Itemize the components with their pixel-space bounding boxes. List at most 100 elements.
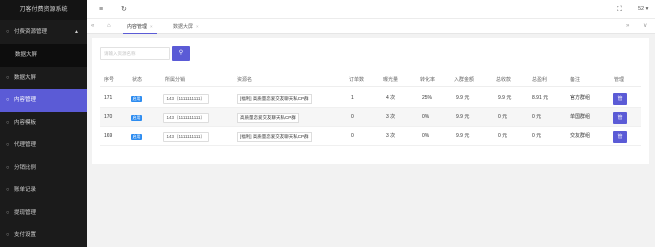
sidebar-item-payment-settings[interactable]: ○ 支付设置	[0, 224, 87, 247]
cell-note: 单国群组	[570, 114, 591, 120]
divider	[100, 86, 641, 87]
tabs-menu-icon[interactable]: ∨	[643, 19, 647, 34]
column-header: 管理	[614, 77, 625, 83]
top-bar: ≡ ↻ ⛶ 52 ▾	[87, 0, 655, 19]
column-header: 所属分销	[165, 77, 186, 83]
cell-orders: 0	[351, 133, 354, 139]
cell-note: 官方群组	[570, 95, 591, 101]
status-badge: 启用	[131, 95, 142, 102]
cell-price: 9.9 元	[456, 95, 470, 101]
table-row: 171 启用 143（1111111111） [福利] 高质量恋爱交友聊天私CP…	[100, 89, 641, 108]
column-header: 总盈利	[532, 77, 548, 83]
cell-income: 0 元	[498, 114, 508, 120]
menu-circle-icon: ○	[6, 119, 10, 126]
cell-price: 9.9 元	[456, 114, 470, 120]
sidebar-item-label: 数据大屏	[15, 52, 38, 58]
menu-toggle-icon[interactable]: ≡	[99, 0, 103, 19]
menu-circle-icon: ○	[6, 232, 10, 238]
cell-id: 171	[104, 95, 113, 101]
sidebar-item-label: 付费资源管理	[14, 29, 48, 35]
menu-circle-icon: ○	[6, 29, 10, 35]
cell-income: 9.9 元	[498, 95, 512, 101]
column-header: 总收款	[496, 77, 512, 83]
column-header: 曝光量	[383, 77, 399, 83]
manage-button[interactable]: 管	[613, 92, 627, 105]
sidebar-item-label: 内容管理	[14, 97, 37, 103]
sidebar-item-label: 账单记录	[14, 187, 37, 193]
cell-orders: 1	[351, 95, 354, 101]
column-header: 订单数	[349, 77, 365, 83]
close-icon[interactable]: ×	[196, 24, 199, 29]
home-icon[interactable]: ⌂	[107, 19, 111, 34]
sidebar-item-distribution-ratio[interactable]: ○ 分销比例	[0, 157, 87, 180]
sidebar-item-label: 数据大屏	[14, 74, 37, 81]
tabs-prev-icon[interactable]: «	[91, 19, 94, 34]
sidebar-item-data-screen[interactable]: ○ 数据大屏	[0, 67, 87, 90]
sidebar-item-paid-resources[interactable]: ○ 付费资源管理 ▲	[0, 20, 87, 44]
column-header: 转化率	[420, 77, 436, 83]
sidebar-item-content-template[interactable]: ○ 内容模板	[0, 112, 87, 135]
cell-profit: 8.91 元	[532, 95, 549, 101]
cell-views: 3 次	[386, 133, 396, 139]
menu-circle-icon: ○	[6, 164, 10, 171]
category-tag: 143（1111111111）	[163, 93, 209, 104]
cell-profit: 0 元	[532, 133, 542, 139]
tab-data-screen[interactable]: 数据大屏 ×	[169, 19, 203, 34]
content-panel: 请输入资源名称 ⚲ 序号 状态 所属分销 资源名 订单数 曝光量 转化率 入群金…	[92, 38, 649, 164]
cell-rate: 0%	[422, 133, 430, 139]
category-tag: 143（1111111111）	[163, 131, 209, 142]
sidebar-item-label: 支付设置	[14, 232, 37, 238]
menu-circle-icon: ○	[6, 187, 10, 193]
cell-orders: 0	[351, 114, 354, 120]
sidebar: 刀客付费资源系统 ○ 付费资源管理 ▲ 数据大屏 ○ 数据大屏 ○ 内容管理 ○ 内容模…	[0, 0, 87, 247]
menu-circle-icon: ○	[6, 97, 10, 103]
column-header: 入群金额	[454, 77, 475, 83]
user-menu[interactable]: 52 ▾	[638, 0, 648, 19]
sidebar-item-label: 提现管理	[14, 209, 37, 216]
search-input[interactable]: 请输入资源名称	[100, 47, 170, 60]
sidebar-subitem-data-screen[interactable]: 数据大屏	[0, 44, 87, 67]
table-row: 169 启用 143（1111111111） [福利] 高质量恋爱交友聊天私CP…	[100, 127, 641, 146]
cell-note: 交友群组	[570, 133, 591, 139]
cell-id: 170	[104, 114, 113, 120]
cell-id: 169	[104, 133, 113, 139]
menu-circle-icon: ○	[6, 209, 10, 216]
cell-views: 4 次	[386, 95, 396, 101]
sidebar-item-withdrawal-management[interactable]: ○ 提现管理	[0, 202, 87, 225]
sidebar-item-label: 代理管理	[14, 142, 37, 148]
column-header: 备注	[570, 77, 581, 83]
search-icon: ⚲	[178, 50, 184, 56]
column-header: 序号	[104, 77, 115, 83]
cell-rate: 25%	[422, 95, 433, 101]
resource-name: 高质量恋爱交友聊天私CP群	[237, 112, 299, 123]
tab-label: 内容管理	[127, 24, 148, 30]
sidebar-item-agent-management[interactable]: ○ 代理管理	[0, 134, 87, 157]
manage-button[interactable]: 管	[613, 130, 627, 143]
sidebar-item-label: 内容模板	[14, 119, 37, 126]
menu-circle-icon: ○	[6, 74, 10, 81]
refresh-icon[interactable]: ↻	[121, 0, 127, 19]
resource-name: [福利] 高质量恋爱交友聊天私CP群	[237, 131, 312, 142]
status-badge: 启用	[131, 133, 142, 140]
collapse-arrow-icon: ▲	[74, 29, 79, 35]
status-badge: 启用	[131, 114, 142, 121]
table-row: 170 启用 143（1111111111） 高质量恋爱交友聊天私CP群 0 3…	[100, 108, 641, 127]
close-icon[interactable]: ×	[150, 24, 153, 29]
sidebar-item-billing-records[interactable]: ○ 账单记录	[0, 179, 87, 202]
tab-bar: « ⌂ 内容管理 × 数据大屏 × » ∨	[87, 19, 655, 34]
manage-button[interactable]: 管	[613, 111, 627, 124]
column-header: 资源名	[237, 77, 253, 83]
cell-income: 0 元	[498, 133, 508, 139]
tabs-next-icon[interactable]: »	[626, 19, 629, 34]
resource-name: [福利] 高质量恋爱交友聊天私CP群	[237, 93, 312, 104]
search-button[interactable]: ⚲	[172, 46, 190, 61]
cell-price: 9.9 元	[456, 133, 470, 139]
fullscreen-icon[interactable]: ⛶	[617, 0, 622, 19]
cell-views: 3 次	[386, 114, 396, 120]
sidebar-item-label: 分销比例	[14, 164, 37, 171]
cell-profit: 0 元	[532, 114, 542, 120]
menu-circle-icon: ○	[6, 142, 10, 148]
tab-content-management[interactable]: 内容管理 ×	[123, 19, 157, 34]
cell-rate: 0%	[422, 114, 430, 120]
sidebar-item-content-management[interactable]: ○ 内容管理	[0, 89, 87, 112]
